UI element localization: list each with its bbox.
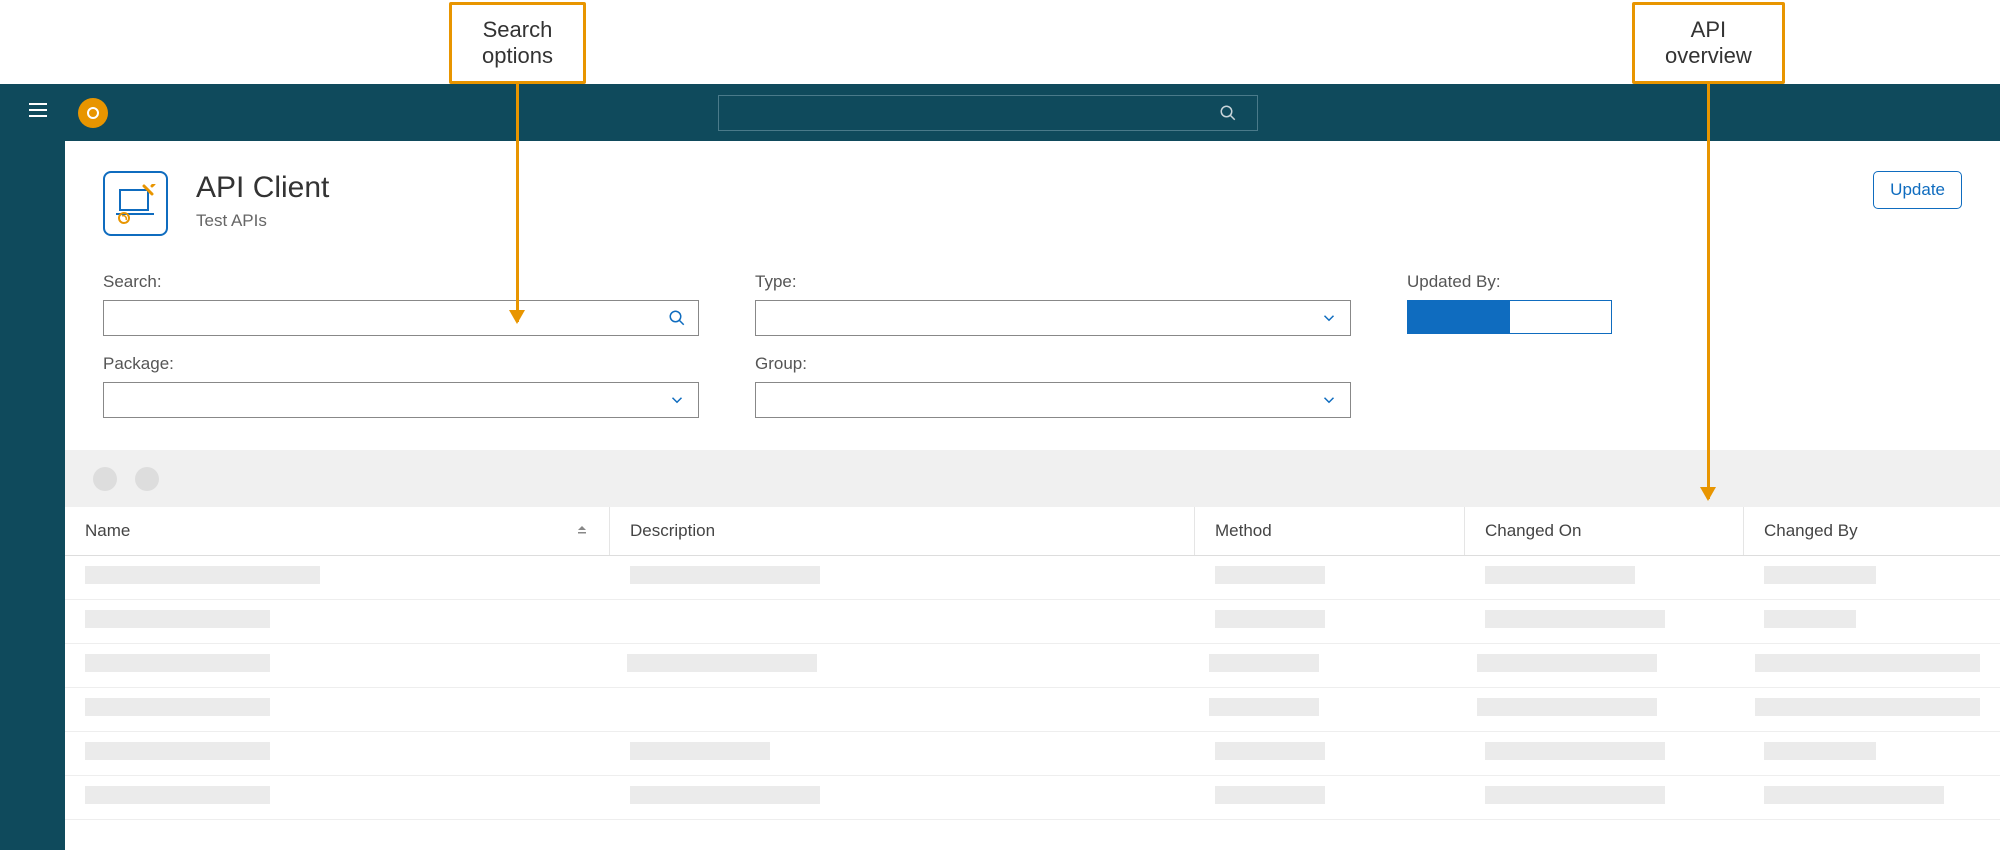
global-search-input[interactable] bbox=[718, 95, 1258, 131]
cell-changed-by bbox=[1744, 610, 2000, 633]
search-icon bbox=[668, 309, 686, 327]
type-dropdown[interactable] bbox=[755, 300, 1351, 336]
page-titles: API Client Test APIs bbox=[196, 171, 1873, 231]
table-row[interactable] bbox=[65, 644, 2000, 688]
filter-type: Type: bbox=[755, 272, 1351, 336]
filter-group: Group: bbox=[755, 354, 1351, 418]
toolbar-action-2[interactable] bbox=[135, 467, 159, 491]
cell-description bbox=[607, 654, 1189, 677]
group-dropdown[interactable] bbox=[755, 382, 1351, 418]
filter-col-2: Type: Group: bbox=[755, 272, 1351, 418]
toggle-on-segment bbox=[1408, 301, 1510, 333]
cell-changed-on bbox=[1457, 654, 1735, 677]
hamburger-menu-icon[interactable] bbox=[26, 98, 50, 128]
left-nav-stripe bbox=[0, 141, 65, 850]
callout-arrow bbox=[516, 84, 519, 322]
type-label: Type: bbox=[755, 272, 1351, 292]
callout-line2: options bbox=[482, 43, 553, 69]
col-name-label: Name bbox=[85, 521, 130, 541]
callout-line1: Search bbox=[482, 17, 553, 43]
updated-by-label: Updated By: bbox=[1407, 272, 1612, 292]
callout-arrow bbox=[1707, 84, 1710, 499]
cell-changed-by bbox=[1744, 742, 2000, 765]
search-input[interactable] bbox=[103, 300, 699, 336]
toggle-off-segment bbox=[1510, 301, 1612, 333]
callout-search-options: Search options bbox=[449, 2, 586, 322]
cell-method bbox=[1195, 786, 1465, 809]
cell-description bbox=[610, 742, 1195, 765]
callout-api-overview: API overview bbox=[1632, 2, 1785, 499]
shell-logo-ring-icon bbox=[87, 107, 99, 119]
callout-line2: overview bbox=[1665, 43, 1752, 69]
page-title: API Client bbox=[196, 171, 1873, 205]
cell-description bbox=[610, 786, 1195, 809]
search-label: Search: bbox=[103, 272, 699, 292]
table-header-row: Name Description Method Changed On Chang… bbox=[65, 507, 2000, 556]
chevron-down-icon bbox=[668, 391, 686, 409]
update-button[interactable]: Update bbox=[1873, 171, 1962, 209]
shell-logo[interactable] bbox=[78, 98, 108, 128]
cell-name bbox=[65, 786, 610, 809]
cell-method bbox=[1195, 566, 1465, 589]
table-row[interactable] bbox=[65, 776, 2000, 820]
cell-method bbox=[1195, 610, 1465, 633]
col-changed-on[interactable]: Changed On bbox=[1465, 507, 1744, 555]
package-label: Package: bbox=[103, 354, 699, 374]
callout-line1: API bbox=[1665, 17, 1752, 43]
col-changed-by-label: Changed By bbox=[1764, 521, 1858, 541]
cell-changed-by bbox=[1744, 566, 2000, 589]
api-client-icon bbox=[103, 171, 168, 236]
cell-name bbox=[65, 654, 607, 677]
cell-changed-by bbox=[1735, 654, 2000, 677]
package-dropdown[interactable] bbox=[103, 382, 699, 418]
filter-col-3: Updated By: bbox=[1407, 272, 1612, 418]
group-label: Group: bbox=[755, 354, 1351, 374]
search-icon bbox=[1219, 104, 1237, 122]
toolbar-action-1[interactable] bbox=[93, 467, 117, 491]
col-changed-on-label: Changed On bbox=[1485, 521, 1581, 541]
col-name[interactable]: Name bbox=[65, 507, 610, 555]
cell-changed-by bbox=[1735, 698, 2000, 721]
filter-col-1: Search: Package: bbox=[103, 272, 699, 418]
col-changed-by[interactable]: Changed By bbox=[1744, 507, 2000, 555]
table-row[interactable] bbox=[65, 732, 2000, 776]
cell-description bbox=[610, 566, 1195, 589]
cell-changed-on bbox=[1465, 742, 1744, 765]
chevron-down-icon bbox=[1320, 391, 1338, 409]
chevron-down-icon bbox=[1320, 309, 1338, 327]
col-method[interactable]: Method bbox=[1195, 507, 1465, 555]
filter-search: Search: bbox=[103, 272, 699, 336]
filter-updated-by: Updated By: bbox=[1407, 272, 1612, 334]
col-description-label: Description bbox=[630, 521, 715, 541]
cell-changed-on bbox=[1457, 698, 1735, 721]
cell-changed-on bbox=[1465, 566, 1744, 589]
cell-changed-on bbox=[1465, 610, 1744, 633]
table-row[interactable] bbox=[65, 556, 2000, 600]
cell-method bbox=[1195, 742, 1465, 765]
callout-box: API overview bbox=[1632, 2, 1785, 84]
page-subtitle: Test APIs bbox=[196, 211, 1873, 231]
table-row[interactable] bbox=[65, 600, 2000, 644]
table-body bbox=[65, 556, 2000, 820]
col-description[interactable]: Description bbox=[610, 507, 1195, 555]
table-row[interactable] bbox=[65, 688, 2000, 732]
cell-name bbox=[65, 742, 610, 765]
cell-method bbox=[1189, 654, 1458, 677]
callout-box: Search options bbox=[449, 2, 586, 84]
col-method-label: Method bbox=[1215, 521, 1272, 541]
api-table: Name Description Method Changed On Chang… bbox=[65, 507, 2000, 820]
cell-changed-by bbox=[1744, 786, 2000, 809]
cell-name bbox=[65, 698, 607, 721]
cell-changed-on bbox=[1465, 786, 1744, 809]
sort-asc-icon bbox=[575, 523, 589, 540]
filter-package: Package: bbox=[103, 354, 699, 418]
updated-by-toggle[interactable] bbox=[1407, 300, 1612, 334]
cell-name bbox=[65, 610, 610, 633]
cell-name bbox=[65, 566, 610, 589]
cell-method bbox=[1189, 698, 1458, 721]
